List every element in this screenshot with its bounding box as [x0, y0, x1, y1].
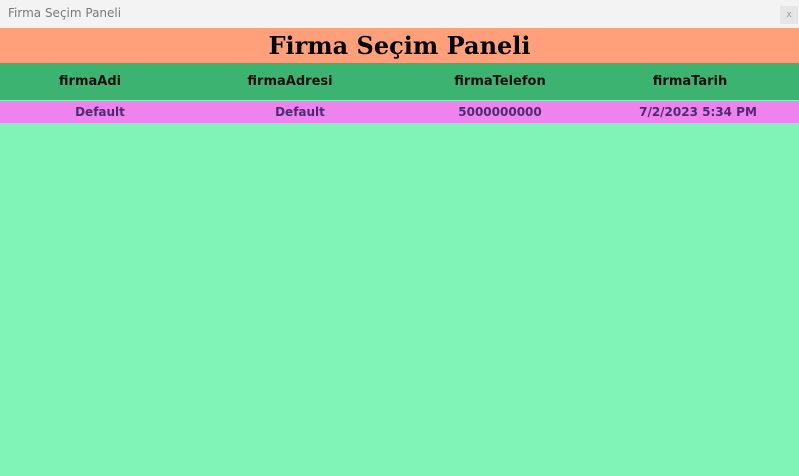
firma-secim-window: Firma Seçim Paneli x Firma Seçim Paneli …: [0, 0, 799, 476]
cell-firmatarih[interactable]: 7/2/2023 5:34 PM: [628, 101, 768, 123]
window-title: Firma Seçim Paneli: [8, 6, 122, 20]
cell-firmaadresi[interactable]: Default: [230, 101, 370, 123]
cell-firmatelefon[interactable]: 5000000000: [430, 101, 570, 123]
close-button[interactable]: x: [780, 6, 798, 24]
column-header-firmatelefon[interactable]: firmaTelefon: [430, 63, 570, 100]
column-header-firmatarih[interactable]: firmaTarih: [620, 63, 760, 100]
column-header-firmaadresi[interactable]: firmaAdresi: [220, 63, 360, 100]
title-bar: Firma Seçim Paneli x: [0, 0, 799, 28]
cell-firmaadi[interactable]: Default: [30, 101, 170, 123]
header-banner: Firma Seçim Paneli: [0, 28, 799, 63]
table-row[interactable]: Default Default 5000000000 7/2/2023 5:34…: [0, 101, 799, 123]
column-header-row: firmaAdi firmaAdresi firmaTelefon firmaT…: [0, 63, 799, 100]
grid-empty-area: [0, 123, 799, 476]
page-title: Firma Seçim Paneli: [268, 31, 531, 60]
column-header-firmaadi[interactable]: firmaAdi: [20, 63, 160, 100]
